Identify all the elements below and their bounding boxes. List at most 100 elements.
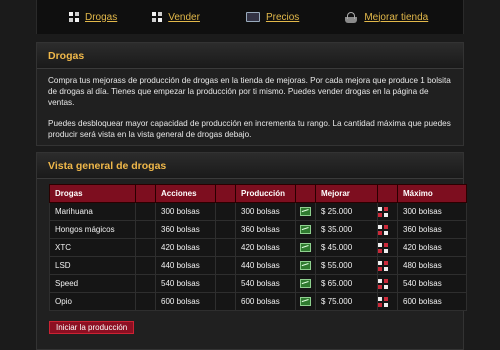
actions-icon[interactable] <box>141 207 151 217</box>
nav-vender-label[interactable]: Vender <box>168 12 200 23</box>
actions-icon-cell[interactable] <box>135 256 156 275</box>
col-spacer <box>295 184 316 203</box>
production-icon-cell[interactable] <box>215 238 236 257</box>
nav-mejorar-tienda[interactable]: Mejorar tienda <box>299 0 428 34</box>
produccion-value: 300 bolsas <box>235 202 296 221</box>
col-spacer <box>377 184 398 203</box>
production-icon-cell[interactable] <box>215 274 236 293</box>
maximo-value: 480 bolsas <box>397 256 467 275</box>
upgrade-icon[interactable] <box>300 297 311 307</box>
produccion-value: 440 bolsas <box>235 256 296 275</box>
drug-name: Speed <box>49 274 136 293</box>
nav-drogas[interactable]: Drogas <box>37 0 117 34</box>
upgrade-icon[interactable] <box>300 225 311 235</box>
produccion-value: 420 bolsas <box>235 238 296 257</box>
acciones-value: 420 bolsas <box>155 238 216 257</box>
col-spacer <box>215 184 236 203</box>
acciones-value: 600 bolsas <box>155 292 216 311</box>
upgrade-icon-cell[interactable] <box>295 238 316 257</box>
max-icon-cell[interactable] <box>377 202 398 221</box>
actions-icon[interactable] <box>141 243 151 253</box>
upgrade-icon[interactable] <box>300 279 311 289</box>
production-icon[interactable] <box>221 207 231 217</box>
drug-name: LSD <box>49 256 136 275</box>
upgrade-icon-cell[interactable] <box>295 274 316 293</box>
acciones-value: 300 bolsas <box>155 202 216 221</box>
drug-name: Hongos mágicos <box>49 220 136 239</box>
actions-icon[interactable] <box>141 225 151 235</box>
max-icon[interactable] <box>378 224 388 235</box>
col-maximo: Máximo <box>397 184 467 203</box>
upgrade-icon[interactable] <box>300 261 311 271</box>
drug-name: XTC <box>49 238 136 257</box>
acciones-value: 440 bolsas <box>155 256 216 275</box>
max-icon[interactable] <box>378 206 388 217</box>
maximo-value: 420 bolsas <box>397 238 467 257</box>
production-icon[interactable] <box>221 297 231 307</box>
actions-icon[interactable] <box>141 261 151 271</box>
max-icon-cell[interactable] <box>377 238 398 257</box>
production-icon-cell[interactable] <box>215 220 236 239</box>
start-production-button[interactable]: Iniciar la producción <box>49 321 135 334</box>
nav-precios[interactable]: Precios <box>200 0 299 34</box>
col-drogas: Drogas <box>49 184 136 203</box>
upgrade-icon[interactable] <box>300 207 311 217</box>
produccion-value: 540 bolsas <box>235 274 296 293</box>
max-icon[interactable] <box>378 242 388 253</box>
actions-icon[interactable] <box>141 279 151 289</box>
top-navigation: Drogas Vender Precios Mejorar tienda <box>36 0 464 34</box>
intro-paragraph-1: Compra tus mejorass de producción de dro… <box>48 76 451 108</box>
intro-panel: Drogas Compra tus mejorass de producción… <box>36 42 464 146</box>
grid-icon <box>69 12 79 22</box>
col-spacer <box>135 184 156 203</box>
actions-icon-cell[interactable] <box>135 220 156 239</box>
production-icon[interactable] <box>221 243 231 253</box>
production-icon[interactable] <box>221 279 231 289</box>
max-icon-cell[interactable] <box>377 256 398 275</box>
actions-icon-cell[interactable] <box>135 202 156 221</box>
upgrade-icon-cell[interactable] <box>295 202 316 221</box>
table-row: XTC 420 bolsas 420 bolsas $ 45.000 420 bolsa… <box>49 238 467 257</box>
nav-mejorar-tienda-label[interactable]: Mejorar tienda <box>364 12 428 23</box>
production-icon[interactable] <box>221 261 231 271</box>
upgrade-icon-cell[interactable] <box>295 220 316 239</box>
maximo-value: 600 bolsas <box>397 292 467 311</box>
table-row: Marihuana 300 bolsas 300 bolsas $ 25.000 300… <box>49 202 467 221</box>
actions-icon-cell[interactable] <box>135 238 156 257</box>
maximo-value: 540 bolsas <box>397 274 467 293</box>
upgrade-icon-cell[interactable] <box>295 292 316 311</box>
max-icon[interactable] <box>378 296 388 307</box>
max-icon-cell[interactable] <box>377 220 398 239</box>
mejorar-value: $ 65.000 <box>315 274 378 293</box>
mejorar-value: $ 45.000 <box>315 238 378 257</box>
actions-icon-cell[interactable] <box>135 292 156 311</box>
mejorar-value: $ 35.000 <box>315 220 378 239</box>
actions-icon[interactable] <box>141 297 151 307</box>
intro-title: Drogas <box>37 43 463 69</box>
actions-icon-cell[interactable] <box>135 274 156 293</box>
col-mejorar: Mejorar <box>315 184 378 203</box>
max-icon[interactable] <box>378 278 388 289</box>
production-icon-cell[interactable] <box>215 292 236 311</box>
drugs-table: Drogas Acciones Producción Mejorar Máxim… <box>49 184 467 311</box>
table-row: Opio 600 bolsas 600 bolsas $ 75.000 600 bols… <box>49 292 467 311</box>
maximo-value: 360 bolsas <box>397 220 467 239</box>
intro-paragraph-2: Puedes desbloquear mayor capacidad de pr… <box>48 118 451 139</box>
overview-panel: Vista general de drogas Drogas Acciones … <box>36 152 467 350</box>
mejorar-value: $ 55.000 <box>315 256 378 275</box>
max-icon-cell[interactable] <box>377 274 398 293</box>
production-icon[interactable] <box>221 225 231 235</box>
production-icon-cell[interactable] <box>215 202 236 221</box>
nav-vender[interactable]: Vender <box>117 0 200 34</box>
drug-name: Marihuana <box>49 202 136 221</box>
nav-drogas-label[interactable]: Drogas <box>85 12 117 23</box>
upgrade-icon[interactable] <box>300 243 311 253</box>
nav-precios-label[interactable]: Precios <box>266 12 299 23</box>
produccion-value: 360 bolsas <box>235 220 296 239</box>
production-icon-cell[interactable] <box>215 256 236 275</box>
max-icon-cell[interactable] <box>377 292 398 311</box>
grid-icon <box>152 12 163 22</box>
drug-name: Opio <box>49 292 136 311</box>
upgrade-icon-cell[interactable] <box>295 256 316 275</box>
max-icon[interactable] <box>378 260 388 271</box>
